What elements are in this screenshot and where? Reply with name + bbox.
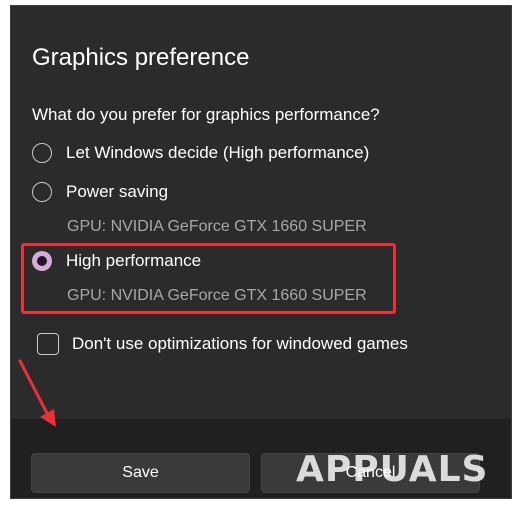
dialog-footer: Save Cancel — [11, 419, 511, 498]
option-label: Let Windows decide (High performance) — [66, 143, 370, 162]
option-let-windows-decide[interactable]: Let Windows decide (High performance) — [32, 140, 369, 166]
dialog-title: Graphics preference — [32, 44, 250, 71]
radio-icon[interactable] — [32, 182, 52, 202]
radio-icon[interactable] — [32, 143, 52, 163]
windowed-optimizations-checkbox-row[interactable]: Don't use optimizations for windowed gam… — [37, 333, 408, 355]
option-power-saving[interactable]: Power saving — [32, 179, 168, 205]
checkbox-icon[interactable] — [37, 333, 59, 355]
cancel-button[interactable]: Cancel — [261, 453, 480, 493]
question-text: What do you prefer for graphics performa… — [32, 105, 380, 124]
power-saving-gpu-text: GPU: NVIDIA GeForce GTX 1660 SUPER — [67, 218, 367, 235]
option-label: High performance — [66, 251, 202, 270]
checkbox-label: Don't use optimizations for windowed gam… — [72, 334, 408, 353]
option-label: Power saving — [66, 182, 169, 201]
annotation-arrow-icon — [18, 359, 56, 427]
option-high-performance[interactable]: High performance — [32, 248, 201, 274]
radio-selected-icon[interactable] — [32, 251, 52, 271]
graphics-preference-dialog: Graphics preference What do you prefer f… — [10, 5, 512, 499]
save-button[interactable]: Save — [31, 453, 250, 493]
high-performance-gpu-text: GPU: NVIDIA GeForce GTX 1660 SUPER — [67, 287, 367, 304]
